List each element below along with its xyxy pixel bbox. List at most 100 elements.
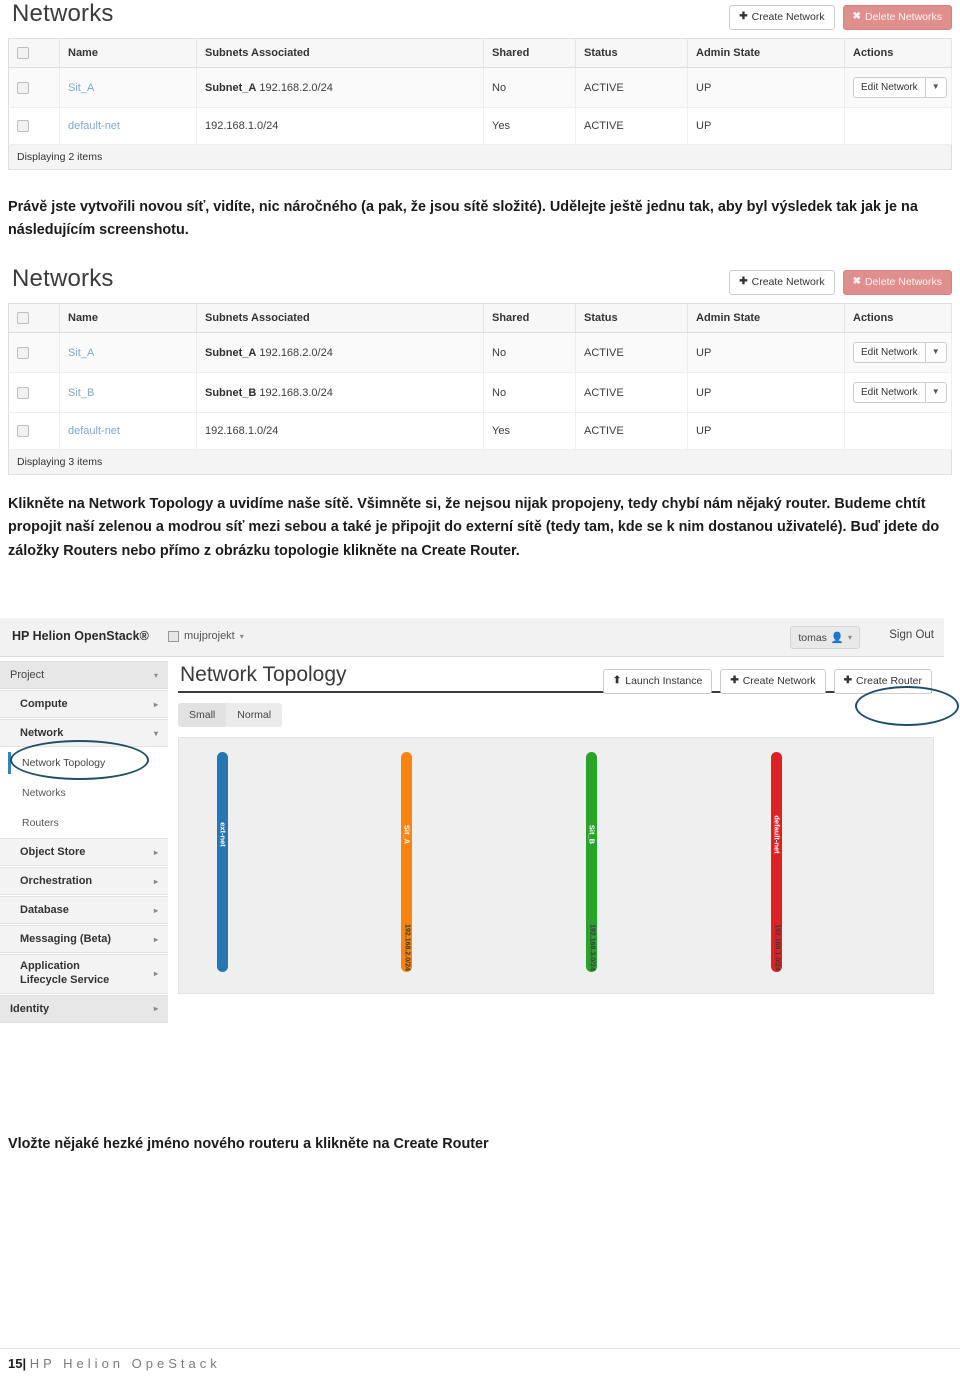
cell-name[interactable]: default-net: [59, 107, 197, 145]
plus-icon: ✚: [739, 276, 748, 288]
row-checkbox[interactable]: [17, 425, 29, 438]
row-select-cell[interactable]: [8, 67, 60, 108]
caret-right-icon: ▸: [153, 905, 158, 915]
cell-name[interactable]: Sit_B: [59, 372, 197, 413]
row-checkbox[interactable]: [17, 81, 29, 94]
sidebar-item-database[interactable]: Database ▸: [0, 896, 168, 924]
edit-network-button[interactable]: Edit Network ▼: [853, 382, 947, 403]
sidebar-item-orchestration[interactable]: Orchestration ▸: [0, 867, 168, 895]
network-link[interactable]: Sit_A: [68, 347, 94, 359]
row-select-cell[interactable]: [8, 107, 60, 145]
openstack-body: Project ▾ Compute ▸ Network ▾ Network To…: [0, 657, 944, 1023]
network-link[interactable]: Sit_B: [68, 387, 94, 399]
plus-icon: ✚: [843, 675, 853, 687]
launch-instance-button[interactable]: ⬆ Launch Instance: [602, 669, 713, 694]
delete-networks-button[interactable]: ✖ Delete Networks: [842, 270, 952, 295]
sidebar: Project ▾ Compute ▸ Network ▾ Network To…: [0, 657, 168, 1023]
project-switcher[interactable]: mujprojekt ▾: [168, 630, 244, 642]
column-admin-state: Admin State: [687, 38, 845, 68]
sidebar-section-project[interactable]: Project ▾: [0, 661, 168, 689]
sidebar-item-routers[interactable]: Routers: [0, 808, 168, 838]
chevron-down-icon[interactable]: ▼: [924, 343, 946, 362]
table-row[interactable]: default-net 192.168.1.0/24 Yes ACTIVE UP: [8, 107, 952, 145]
edit-network-button[interactable]: Edit Network ▼: [853, 77, 947, 98]
sidebar-item-messaging[interactable]: Messaging (Beta) ▸: [0, 925, 168, 953]
edit-network-label: Edit Network: [861, 387, 918, 398]
row-checkbox[interactable]: [17, 386, 29, 399]
sidebar-label: Orchestration: [20, 875, 93, 887]
size-option-small[interactable]: Small: [178, 703, 227, 727]
delete-networks-label: Delete Networks: [864, 11, 942, 23]
cell-shared: No: [483, 67, 576, 108]
times-icon: ✖: [852, 11, 861, 23]
cell-actions[interactable]: Edit Network ▼: [844, 67, 952, 108]
chevron-down-icon[interactable]: ▼: [924, 78, 946, 97]
sidebar-item-application-lifecycle-service[interactable]: Application Lifecycle Service ▸: [0, 954, 168, 994]
size-toggle[interactable]: Small Normal: [178, 703, 283, 727]
select-all-checkbox[interactable]: [17, 47, 29, 60]
select-all-header[interactable]: [8, 38, 60, 68]
table-row[interactable]: Sit_A Subnet_A 192.168.2.0/24 No ACTIVE …: [8, 332, 952, 373]
upload-icon: ⬆: [612, 675, 622, 687]
create-network-button[interactable]: ✚ Create Network: [720, 669, 826, 694]
subnet-cidr: 192.168.3.0/24: [259, 386, 333, 399]
row-checkbox[interactable]: [17, 120, 29, 133]
network-bar-sit-a[interactable]: Sit_A 192.168.2.0/24: [401, 752, 412, 972]
cell-name[interactable]: Sit_A: [59, 67, 197, 108]
delete-networks-button[interactable]: ✖ Delete Networks: [842, 5, 952, 30]
cell-shared: Yes: [483, 412, 576, 450]
cell-actions[interactable]: Edit Network ▼: [844, 372, 952, 413]
create-network-button[interactable]: ✚ Create Network: [729, 5, 835, 30]
sign-out-link[interactable]: Sign Out: [889, 629, 934, 641]
sidebar-section-identity[interactable]: Identity ▸: [0, 994, 168, 1023]
sidebar-item-object-store[interactable]: Object Store ▸: [0, 838, 168, 866]
cell-subnets: 192.168.1.0/24: [196, 107, 484, 145]
footer-divider: [0, 1348, 960, 1349]
topology-canvas[interactable]: ext-net Sit_A 192.168.2.0/24 Sit_B 192.1…: [178, 737, 934, 994]
user-menu[interactable]: tomas 👤 ▾: [790, 626, 860, 649]
create-network-button[interactable]: ✚ Create Network: [729, 270, 835, 295]
create-network-label: Create Network: [751, 11, 825, 23]
column-subnets: Subnets Associated: [196, 303, 484, 333]
cell-name[interactable]: default-net: [59, 412, 197, 450]
column-name: Name: [59, 38, 197, 68]
network-link[interactable]: default-net: [68, 425, 120, 437]
select-all-header[interactable]: [8, 303, 60, 333]
size-option-normal[interactable]: Normal: [226, 703, 283, 727]
select-all-checkbox[interactable]: [17, 312, 29, 325]
network-bar-subnet: 192.168.2.0/24: [403, 924, 410, 971]
network-link[interactable]: default-net: [68, 120, 120, 132]
table-row[interactable]: Sit_B Subnet_B 192.168.3.0/24 No ACTIVE …: [8, 372, 952, 413]
sidebar-item-network-topology[interactable]: Network Topology: [0, 748, 168, 778]
page-title: Networks: [12, 265, 114, 292]
row-checkbox[interactable]: [17, 346, 29, 359]
create-router-label: Create Router: [856, 675, 922, 687]
row-select-cell[interactable]: [8, 332, 60, 373]
launch-instance-label: Launch Instance: [625, 675, 703, 687]
table-row[interactable]: Sit_A Subnet_A 192.168.2.0/24 No ACTIVE …: [8, 67, 952, 108]
column-actions: Actions: [844, 303, 952, 333]
table-row[interactable]: default-net 192.168.1.0/24 Yes ACTIVE UP: [8, 412, 952, 450]
edit-network-button[interactable]: Edit Network ▼: [853, 342, 947, 363]
cell-admin-state: UP: [687, 67, 845, 108]
network-bar-ext-net[interactable]: ext-net: [217, 752, 228, 972]
chevron-down-icon[interactable]: ▼: [924, 383, 946, 402]
network-bar-default-net[interactable]: default-net 192.168.1.0/24: [771, 752, 782, 972]
plus-icon: ✚: [739, 11, 748, 23]
row-select-cell[interactable]: [8, 412, 60, 450]
sidebar-item-compute[interactable]: Compute ▸: [0, 690, 168, 718]
row-select-cell[interactable]: [8, 372, 60, 413]
network-bar-sit-b[interactable]: Sit_B 192.168.3.0/24: [586, 752, 597, 972]
cell-name[interactable]: Sit_A: [59, 332, 197, 373]
cell-actions[interactable]: Edit Network ▼: [844, 332, 952, 373]
sidebar-item-networks[interactable]: Networks: [0, 778, 168, 808]
caret-right-icon: ▸: [153, 847, 158, 857]
sidebar-label: Networks: [22, 787, 66, 799]
screenshot-networks-3-items: Networks ✚ Create Network ✖ Delete Netwo…: [0, 265, 960, 475]
sidebar-item-network[interactable]: Network ▾: [0, 719, 168, 747]
caret-right-icon: ▸: [153, 1004, 158, 1013]
page-footer: 15| HP Helion OpeStack: [8, 1356, 221, 1371]
network-link[interactable]: Sit_A: [68, 82, 94, 94]
create-router-button[interactable]: ✚ Create Router: [833, 669, 932, 694]
subnet-cidr: 192.168.1.0/24: [205, 425, 279, 437]
